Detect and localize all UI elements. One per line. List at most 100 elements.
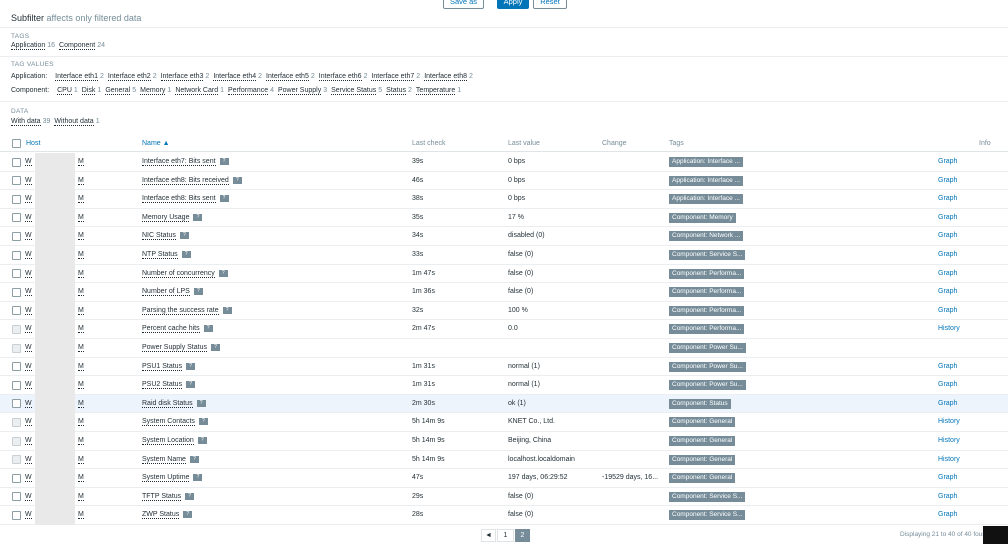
description-icon[interactable]: ? (219, 158, 229, 165)
history-link[interactable]: History (938, 456, 960, 463)
history-link[interactable]: History (938, 437, 960, 444)
row-checkbox[interactable] (12, 287, 21, 297)
item-name-link[interactable]: PSU1 Status (142, 362, 183, 371)
host-link[interactable]: W (25, 307, 32, 315)
description-icon[interactable]: ? (222, 306, 232, 314)
application-value-filter-link[interactable]: Interface eth2 (107, 73, 151, 81)
description-icon[interactable]: ? (186, 381, 196, 389)
graph-link[interactable]: Graph (938, 232, 957, 239)
tag-badge[interactable]: Component: Service S... (669, 510, 746, 521)
row-checkbox[interactable] (12, 510, 21, 520)
row-checkbox[interactable] (12, 306, 21, 316)
tag-badge[interactable]: Component: Network ... (669, 231, 744, 242)
host-link-suffix[interactable]: M (78, 381, 84, 390)
description-icon[interactable]: ? (218, 269, 228, 277)
item-name-link[interactable]: Percent cache hits (142, 325, 200, 334)
host-link-suffix[interactable]: M (78, 251, 84, 259)
tag-badge[interactable]: Component: General (669, 436, 736, 446)
description-icon[interactable]: ? (193, 288, 203, 296)
host-link[interactable]: W (25, 400, 32, 408)
tag-badge[interactable]: Application: Interface ... (669, 175, 743, 186)
description-icon[interactable]: ? (198, 418, 208, 426)
host-link[interactable]: W (25, 325, 32, 334)
host-link-suffix[interactable]: M (78, 474, 84, 483)
row-checkbox[interactable] (12, 324, 21, 334)
description-icon[interactable]: ? (181, 251, 191, 258)
host-link-suffix[interactable]: M (78, 456, 84, 464)
tag-badge[interactable]: Component: General (669, 473, 736, 484)
component-value-filter-link[interactable]: Memory (140, 87, 166, 95)
tag-badge[interactable]: Component: Power Su... (669, 343, 746, 353)
description-icon[interactable]: ? (193, 474, 203, 482)
host-link-suffix[interactable]: M (78, 437, 84, 445)
item-name-link[interactable]: Power Supply Status (142, 344, 207, 352)
application-value-filter-link[interactable]: Interface eth7 (371, 73, 415, 81)
host-link-suffix[interactable]: M (78, 270, 84, 278)
tag-badge[interactable]: Component: Power Su... (669, 380, 746, 391)
tag-filter-link[interactable]: Component (59, 42, 96, 50)
host-link-suffix[interactable]: M (78, 288, 84, 297)
row-checkbox[interactable] (12, 250, 21, 260)
host-link[interactable]: W (25, 456, 32, 464)
item-name-link[interactable]: Memory Usage (142, 213, 190, 222)
row-checkbox[interactable] (12, 399, 21, 409)
host-link-suffix[interactable]: M (78, 307, 84, 315)
component-value-filter-link[interactable]: Service Status (331, 87, 377, 95)
item-name-link[interactable]: PSU2 Status (142, 381, 183, 390)
item-name-link[interactable]: Number of LPS (142, 288, 190, 297)
item-name-link[interactable]: Raid disk Status (142, 399, 193, 408)
description-icon[interactable]: ? (189, 455, 199, 463)
description-icon[interactable]: ? (196, 399, 206, 407)
graph-link[interactable]: Graph (938, 493, 957, 500)
graph-link[interactable]: Graph (938, 214, 957, 221)
tag-badge[interactable]: Component: Performa... (669, 305, 745, 316)
component-value-filter-link[interactable]: Disk (81, 87, 96, 95)
host-link-suffix[interactable]: M (78, 493, 84, 501)
graph-link[interactable]: Graph (938, 363, 957, 370)
host-link[interactable]: W (25, 195, 32, 204)
application-value-filter-link[interactable]: Interface eth4 (213, 73, 257, 81)
item-name-link[interactable]: NIC Status (142, 232, 176, 241)
item-name-link[interactable]: Interface eth8: Bits sent (142, 195, 216, 204)
host-link[interactable]: W (25, 344, 32, 352)
host-link[interactable]: W (25, 493, 32, 501)
row-checkbox[interactable] (12, 194, 21, 204)
application-value-filter-link[interactable]: Interface eth6 (318, 73, 362, 81)
description-icon[interactable]: ? (219, 195, 229, 203)
host-link[interactable]: W (25, 214, 32, 222)
description-icon[interactable]: ? (186, 362, 196, 370)
tag-badge[interactable]: Component: General (669, 454, 736, 465)
tag-badge[interactable]: Component: Power Su... (669, 361, 746, 372)
host-link[interactable]: W (25, 363, 32, 371)
item-name-link[interactable]: NTP Status (142, 251, 178, 259)
reset-button[interactable]: Reset (533, 0, 567, 9)
host-link[interactable]: W (25, 418, 32, 427)
graph-link[interactable]: Graph (938, 177, 957, 184)
host-link-suffix[interactable]: M (78, 158, 84, 166)
item-name-link[interactable]: Parsing the success rate (142, 306, 219, 315)
graph-link[interactable]: Graph (938, 288, 957, 295)
component-value-filter-link[interactable]: Power Supply (278, 87, 322, 95)
component-value-filter-link[interactable]: Temperature (415, 87, 456, 95)
component-value-filter-link[interactable]: Network Card (175, 87, 219, 95)
tag-badge[interactable]: Component: Service S... (669, 491, 746, 502)
description-icon[interactable]: ? (193, 213, 203, 221)
graph-link[interactable]: Graph (938, 251, 957, 258)
item-name-link[interactable]: System Name (142, 455, 186, 464)
row-checkbox[interactable] (12, 436, 21, 446)
item-name-link[interactable]: Interface eth8: Bits received (142, 176, 229, 185)
component-value-filter-link[interactable]: Status (386, 87, 407, 95)
row-checkbox[interactable] (12, 473, 21, 483)
row-checkbox[interactable] (12, 362, 21, 372)
component-value-filter-link[interactable]: General (105, 87, 131, 95)
host-link[interactable]: W (25, 288, 32, 297)
select-all-checkbox[interactable] (12, 139, 21, 148)
graph-link[interactable]: Graph (938, 195, 957, 202)
description-icon[interactable]: ? (203, 325, 213, 333)
tag-badge[interactable]: Component: General (669, 417, 736, 428)
host-link-suffix[interactable]: M (78, 418, 84, 427)
host-link-suffix[interactable]: M (78, 344, 84, 352)
host-link-suffix[interactable]: M (78, 363, 84, 371)
host-link[interactable]: W (25, 177, 32, 185)
application-value-filter-link[interactable]: Interface eth3 (160, 73, 204, 81)
